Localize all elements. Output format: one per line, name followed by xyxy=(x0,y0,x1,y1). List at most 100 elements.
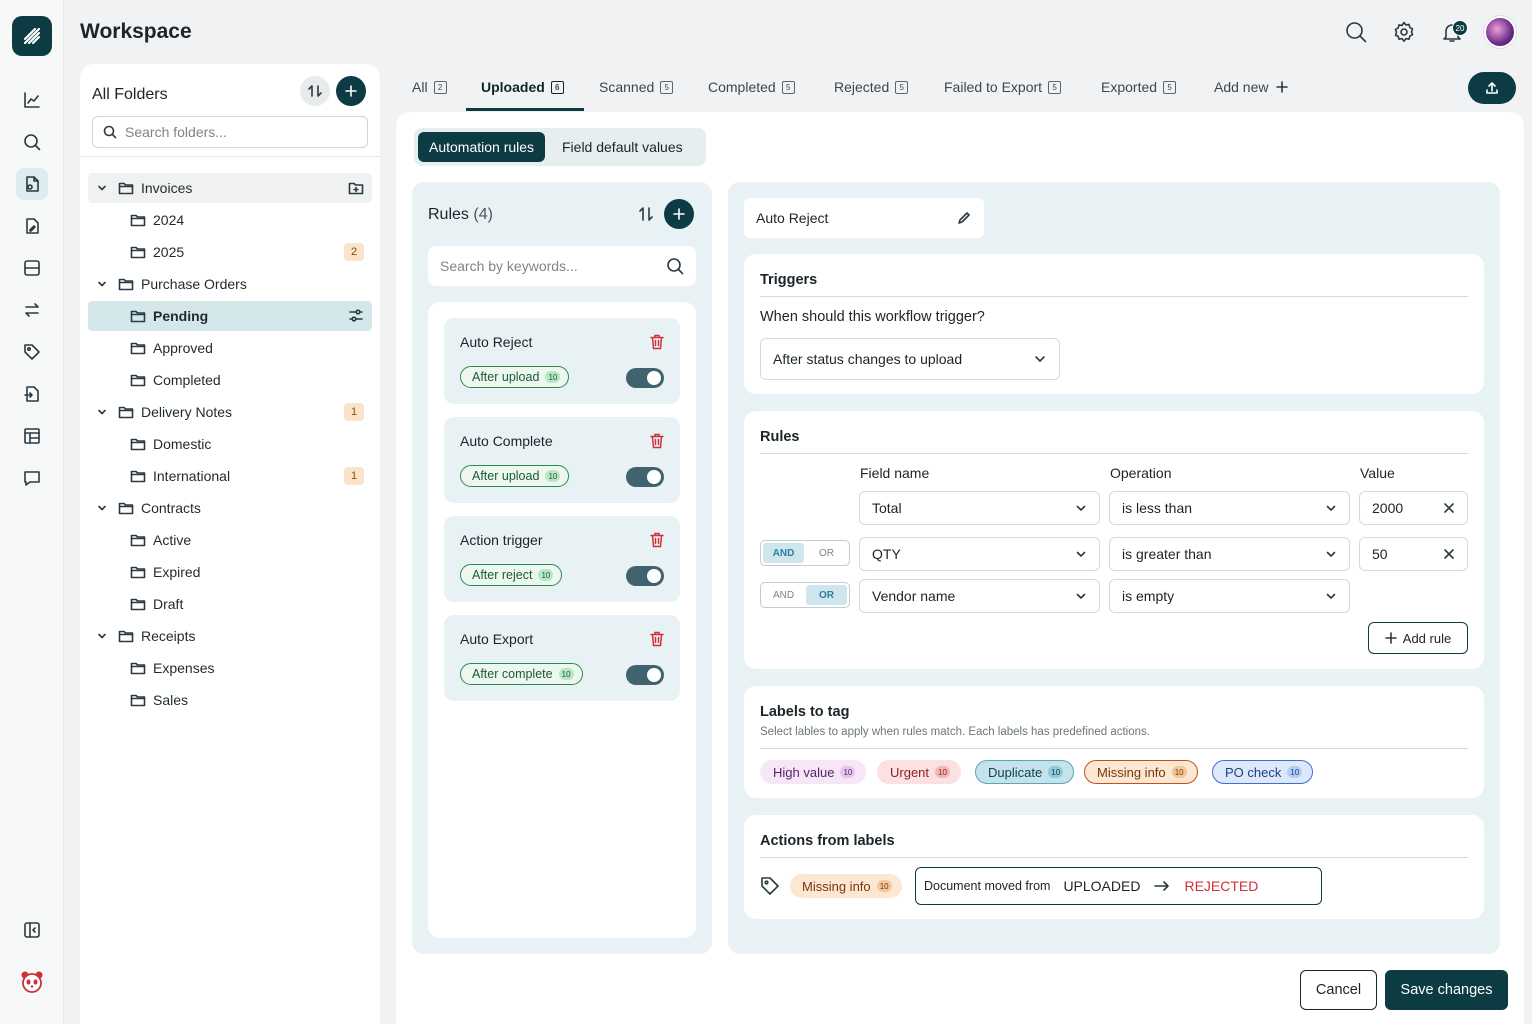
rule-name-field[interactable]: Auto Reject xyxy=(744,198,984,238)
field-select-value: QTY xyxy=(872,546,901,562)
enable-toggle[interactable] xyxy=(626,665,664,685)
template-icon[interactable] xyxy=(16,420,48,452)
gear-icon[interactable] xyxy=(1390,18,1418,46)
folder-item[interactable]: Delivery Notes 1 xyxy=(88,397,372,427)
folder-item[interactable]: International 1 xyxy=(88,461,372,491)
collapse-sidebar-icon[interactable] xyxy=(16,914,48,946)
inbox-icon[interactable] xyxy=(16,252,48,284)
trash-icon[interactable] xyxy=(650,334,664,350)
tab-add-new[interactable]: Add new xyxy=(1214,79,1289,95)
or-option[interactable]: OR xyxy=(806,543,847,563)
folder-item[interactable]: Receipts xyxy=(88,621,372,651)
enable-toggle[interactable] xyxy=(626,566,664,586)
search-icon[interactable] xyxy=(16,126,48,158)
or-option[interactable]: OR xyxy=(806,585,847,605)
tab-failed-to-export[interactable]: Failed to Export 5 xyxy=(944,79,1062,95)
rules-search-input[interactable] xyxy=(440,258,640,274)
tag-icon[interactable] xyxy=(16,336,48,368)
folder-icon xyxy=(118,501,134,515)
count-badge: 2 xyxy=(344,243,364,261)
enable-toggle[interactable] xyxy=(626,467,664,487)
and-option[interactable]: AND xyxy=(763,543,804,563)
close-icon[interactable] xyxy=(1443,502,1455,514)
folders-title: All Folders xyxy=(92,86,168,103)
sort-rules-button[interactable] xyxy=(634,202,658,226)
value-input[interactable]: 50 xyxy=(1359,537,1468,571)
folder-search-input[interactable] xyxy=(125,124,345,140)
search-icon[interactable] xyxy=(1342,18,1370,46)
folder-item[interactable]: Contracts xyxy=(88,493,372,523)
and-or-toggle[interactable]: AND OR xyxy=(760,582,850,608)
save-changes-button[interactable]: Save changes xyxy=(1385,970,1508,1010)
enable-toggle[interactable] xyxy=(626,368,664,388)
label-pill[interactable]: Urgent 10 xyxy=(877,760,962,784)
folder-item[interactable]: Invoices xyxy=(88,173,372,203)
add-rule-button[interactable]: Add rule xyxy=(1368,622,1468,654)
tab-field-default-values[interactable]: Field default values xyxy=(551,132,694,162)
document-icon[interactable] xyxy=(16,168,48,200)
trash-icon[interactable] xyxy=(650,532,664,548)
rules-search[interactable] xyxy=(428,246,696,286)
operation-select[interactable]: is less than xyxy=(1109,491,1350,525)
field-select[interactable]: QTY xyxy=(859,537,1100,571)
trigger-question: When should this workflow trigger? xyxy=(760,309,985,325)
rule-card[interactable]: Action trigger After reject 10 xyxy=(444,516,680,602)
folder-item[interactable]: Pending xyxy=(88,301,372,331)
panda-mascot-icon[interactable] xyxy=(16,966,48,998)
swap-icon[interactable] xyxy=(16,294,48,326)
rule-card[interactable]: Auto Export After complete 10 xyxy=(444,615,680,701)
folder-label: Expired xyxy=(153,564,201,580)
upload-button[interactable] xyxy=(1468,72,1516,104)
rule-card[interactable]: Auto Reject After upload 10 xyxy=(444,318,680,404)
value-input[interactable]: 2000 xyxy=(1359,491,1468,525)
add-rule-circle-button[interactable] xyxy=(664,199,694,229)
folder-item[interactable]: Expired xyxy=(88,557,372,587)
trash-icon[interactable] xyxy=(650,433,664,449)
label-pill[interactable]: Missing info 10 xyxy=(1084,760,1198,784)
label-pill[interactable]: Duplicate 10 xyxy=(975,760,1075,784)
and-or-toggle[interactable]: AND OR xyxy=(760,540,850,566)
folder-item[interactable]: Approved xyxy=(88,333,372,363)
folder-item[interactable]: Sales xyxy=(88,685,372,715)
tab-uploaded[interactable]: Uploaded 6 xyxy=(481,79,564,95)
trash-icon[interactable] xyxy=(650,631,664,647)
chart-icon[interactable] xyxy=(16,84,48,116)
folder-item[interactable]: Draft xyxy=(88,589,372,619)
close-icon[interactable] xyxy=(1443,548,1455,560)
label-pill[interactable]: PO check 10 xyxy=(1212,760,1314,784)
field-select[interactable]: Total xyxy=(859,491,1100,525)
folder-item[interactable]: Domestic xyxy=(88,429,372,459)
folder-search[interactable] xyxy=(92,116,368,148)
trigger-select[interactable]: After status changes to upload xyxy=(760,338,1060,380)
cancel-button[interactable]: Cancel xyxy=(1300,970,1377,1010)
folder-item[interactable]: Active xyxy=(88,525,372,555)
add-folder-button[interactable] xyxy=(336,76,366,106)
tab-automation-rules[interactable]: Automation rules xyxy=(418,132,546,162)
tab-all[interactable]: All 2 xyxy=(412,79,447,95)
operation-select[interactable]: is greater than xyxy=(1109,537,1350,571)
page-title: Workspace xyxy=(80,20,192,43)
pencil-icon[interactable] xyxy=(956,210,972,226)
folder-item[interactable]: Completed xyxy=(88,365,372,395)
chat-icon[interactable] xyxy=(16,462,48,494)
app-logo[interactable] xyxy=(12,16,52,56)
and-option[interactable]: AND xyxy=(763,585,804,605)
tab-scanned[interactable]: Scanned 5 xyxy=(599,79,674,95)
sort-button[interactable] xyxy=(300,76,330,106)
actions-title: Actions from labels xyxy=(760,833,895,849)
tab-rejected[interactable]: Rejected 5 xyxy=(834,79,909,95)
tab-completed[interactable]: Completed 5 xyxy=(708,79,795,95)
folder-item[interactable]: 2025 2 xyxy=(88,237,372,267)
document-edit-icon[interactable] xyxy=(16,210,48,242)
label-pill[interactable]: High value 10 xyxy=(760,760,867,784)
tab-exported[interactable]: Exported 5 xyxy=(1101,79,1177,95)
folder-item[interactable]: Expenses xyxy=(88,653,372,683)
folder-item[interactable]: 2024 xyxy=(88,205,372,235)
avatar[interactable] xyxy=(1484,16,1516,48)
folder-item[interactable]: Purchase Orders xyxy=(88,269,372,299)
rule-card[interactable]: Auto Complete After upload 10 xyxy=(444,417,680,503)
tab-count: 5 xyxy=(660,80,674,94)
export-icon[interactable] xyxy=(16,378,48,410)
operation-select[interactable]: is empty xyxy=(1109,579,1350,613)
field-select[interactable]: Vendor name xyxy=(859,579,1100,613)
